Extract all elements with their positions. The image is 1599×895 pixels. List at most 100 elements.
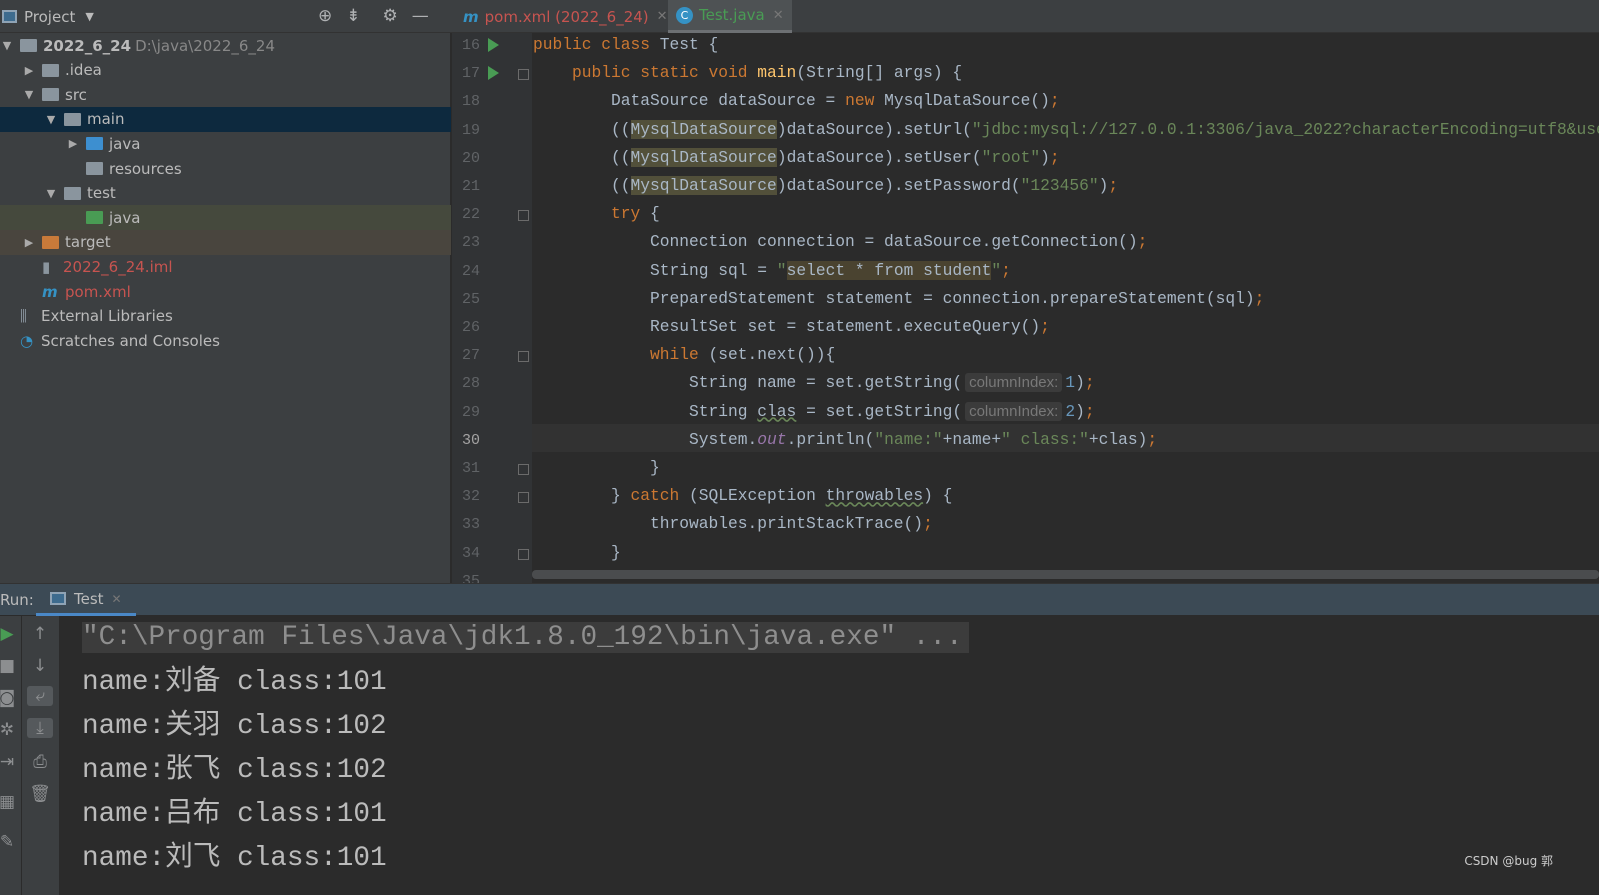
fold-marker-icon[interactable] [518,464,529,475]
code-token: main [757,63,797,83]
fold-marker-icon[interactable] [518,210,529,222]
tree-item-target[interactable]: ▶ target [0,229,451,255]
tree-item-pom-xml[interactable]: m pom.xml [0,279,451,304]
tree-item--idea[interactable]: ▶ .idea [0,58,451,83]
tree-item-label: target [65,233,111,252]
scroll-to-end-icon[interactable]: ⤓ [27,718,53,738]
line-number: 22 [461,206,480,224]
code-token: PreparedStatement statement = connection… [533,288,1255,308]
print-icon[interactable]: ⎙ [27,752,53,772]
tree-item-label: Scratches and Consoles [41,331,220,350]
line-number: 25 [461,290,480,308]
code-line: ((MysqlDataSource)dataSource).setPasswor… [533,172,1118,200]
close-icon[interactable]: ✕ [657,9,668,24]
rerun-icon[interactable]: ▶ [0,624,20,644]
console-output[interactable]: "C:\Program Files\Java\jdk1.8.0_192\bin\… [60,616,1599,895]
horizontal-scrollbar[interactable] [532,570,1599,579]
code-token: )dataSource).setUser( [776,147,982,167]
code-token: ; [1049,91,1060,111]
code-line: } catch (SQLException throwables) { [533,482,952,510]
code-token: ) [1075,373,1085,393]
collapsed-arrow-icon[interactable]: ▶ [66,137,80,150]
tree-item-src[interactable]: ▼ src [0,82,451,107]
gear-icon[interactable]: ⚙ [383,6,398,26]
chevron-down-icon: ▼ [85,10,94,23]
expanded-arrow-icon[interactable]: ▼ [44,187,58,200]
code-token: ; [1084,373,1095,393]
excluded-folder-icon [42,235,59,249]
tree-item-label: 2022_6_24 [43,36,132,55]
stop-icon[interactable]: ■ [0,656,20,676]
expanded-arrow-icon[interactable]: ▼ [22,88,36,101]
tree-item-scratches-and-consoles[interactable]: ◔ Scratches and Consoles [0,328,451,353]
code-line: throwables.printStackTrace(); [533,510,933,538]
code-token: ) [1098,176,1109,195]
code-token: Test { [659,35,719,54]
run-gutter-icon[interactable] [488,38,499,52]
tree-item-label: main [87,110,125,129]
expanded-arrow-icon[interactable]: ▼ [44,113,58,126]
tab-pom-xml[interactable]: m pom.xml (2022_6_24) ✕ [455,0,676,33]
code-token: throwables.printStackTrace() [533,514,924,534]
tree-item-external-libraries[interactable]: ⫼ External Libraries [0,304,451,329]
target-icon[interactable]: ⊕ [318,6,332,26]
collapsed-arrow-icon[interactable]: ▶ [22,64,36,77]
close-icon[interactable]: ✕ [112,592,122,606]
tree-item-label: 2022_6_24.iml [63,257,173,276]
run-tab-test[interactable]: Test ✕ [36,584,136,616]
line-number: 17 [461,65,480,83]
tree-item-main[interactable]: ▼ main [0,106,451,132]
folder-icon [42,63,59,77]
fold-marker-icon[interactable] [518,69,529,81]
tree-item-test[interactable]: ▼ test [0,181,451,206]
code-token: } [533,486,631,506]
soft-wrap-icon[interactable]: ⤶ [27,686,53,706]
run-gutter-icon[interactable] [488,66,499,81]
trash-icon[interactable]: 🗑 [27,784,53,804]
code-line: while (set.next()){ [533,341,835,369]
down-arrow-icon[interactable]: ↓ [27,656,53,676]
code-token: MysqlDataSource [630,147,777,167]
code-line: public static void main(String[] args) { [533,59,962,87]
code-editor[interactable]: 16 17 18 19 20 21 22 23 24 25 26 27 28 29 30 31 32 33 34 35… [452,33,1599,583]
maven-icon: m [463,7,479,26]
code-token: ; [1040,317,1050,336]
console-line: name:吕布 class:101 [82,799,387,830]
line-number: 27 [461,347,480,365]
line-number: 34 [461,544,480,562]
tree-item-java[interactable]: java [0,205,451,231]
exit-icon[interactable]: ⇥ [0,752,20,772]
debug-settings-icon[interactable]: ✲ [0,720,20,740]
collapse-icon[interactable]: ⇟ [346,6,360,26]
camera-icon[interactable]: ◙ [0,688,20,708]
expanded-arrow-icon[interactable]: ▼ [0,39,14,52]
fold-marker-icon[interactable] [518,548,529,560]
code-token: (set.next()){ [708,345,836,365]
layout-icon[interactable]: ▦ [0,792,20,812]
code-token: ) { [923,486,953,506]
project-view-selector[interactable]: Project ▼ [0,0,94,33]
tree-item-resources[interactable]: resources [0,156,451,181]
code-token: 2 [1065,401,1076,421]
code-token: MysqlDataSource [630,176,777,195]
line-number: 28 [461,375,480,393]
minimize-icon[interactable]: — [412,6,429,26]
fold-marker-icon[interactable] [518,492,529,504]
tree-item-2022-6-24[interactable]: ▼ 2022_6_24 D:\java\2022_6_24 [0,33,451,58]
code-token: ) [1075,401,1085,421]
tree-item-java[interactable]: ▶ java [0,131,451,156]
tree-item-2022-6-24-iml[interactable]: ▮ 2022_6_24.iml [0,254,451,279]
code-token: (( [533,119,631,139]
tab-test-java[interactable]: C Test.java ✕ [668,0,792,33]
tree-item-label: src [65,85,87,104]
line-number: 31 [461,460,480,477]
code-token: public class [533,35,660,54]
pin-icon[interactable]: ✎ [0,832,20,852]
run-tool-bar: Run: Test ✕ [0,583,1599,616]
fold-marker-icon[interactable] [518,351,529,363]
up-arrow-icon[interactable]: ↑ [27,624,53,644]
close-icon[interactable]: ✕ [773,8,784,23]
collapsed-arrow-icon[interactable]: ▶ [22,236,36,249]
line-number: 18 [461,93,480,111]
code-token: )dataSource).setUrl( [776,119,972,139]
